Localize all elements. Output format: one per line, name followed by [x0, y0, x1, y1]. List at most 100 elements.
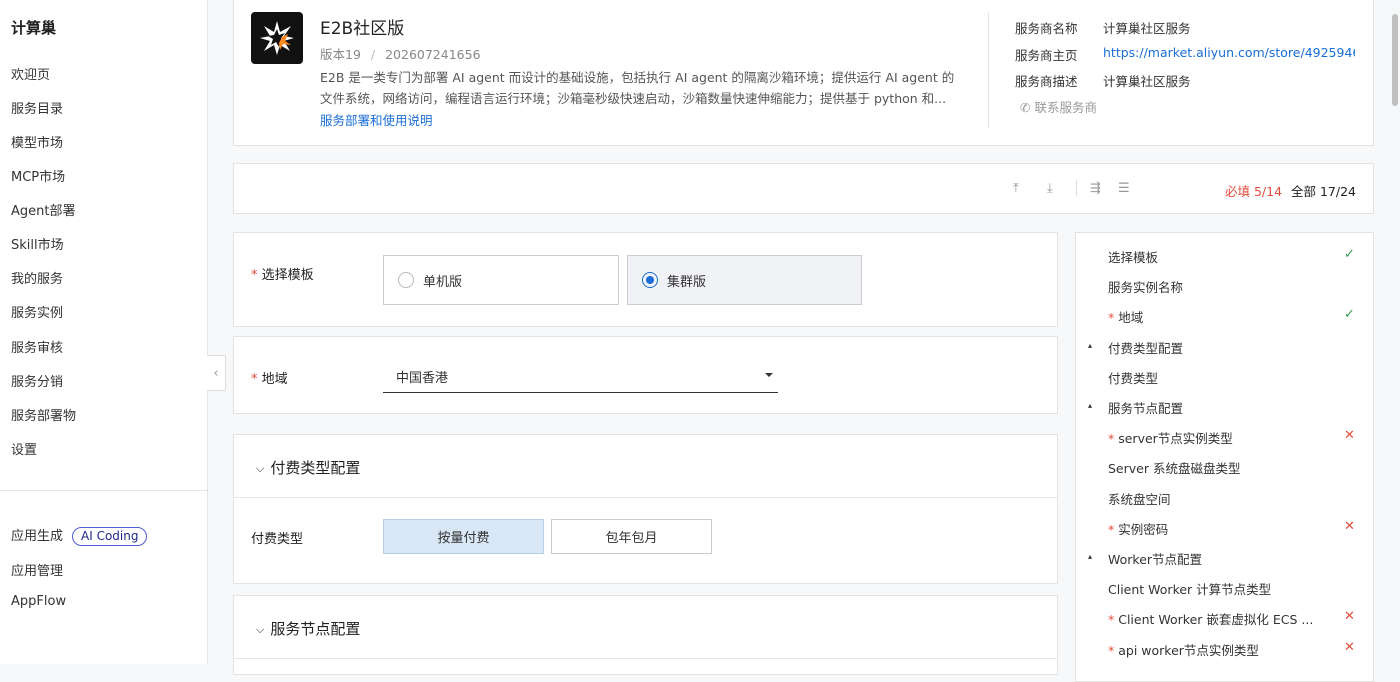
outline-item[interactable]: 付费类型 [1108, 368, 1158, 387]
e2b-logo-icon [260, 21, 294, 55]
billing-option-subscription[interactable]: 包年包月 [551, 519, 712, 554]
collapse-all-icon[interactable]: ⇶ [1090, 181, 1101, 196]
outline-item-label: Server 系统盘磁盘类型 [1108, 461, 1241, 477]
toolbar-divider [1076, 180, 1077, 196]
outline-item[interactable]: Client Worker 计算节点类型 [1108, 579, 1271, 598]
sidebar-item-service-review[interactable]: 服务审核 [11, 337, 63, 356]
outline-item[interactable]: * 地域 [1108, 307, 1143, 326]
required-mark: * [1108, 642, 1119, 658]
radio-unchecked-icon [398, 272, 414, 288]
template-label-text: 选择模板 [261, 268, 314, 283]
outline-item[interactable]: Server 系统盘磁盘类型 [1108, 458, 1240, 477]
billing-option-payg[interactable]: 按量付费 [383, 519, 544, 554]
required-progress: 必填 5/14 [1225, 184, 1283, 199]
provider-desc-value: 计算巢社区服务 [1103, 74, 1191, 89]
provider-name-value: 计算巢社区服务 [1103, 21, 1191, 36]
provider-home-label: 服务商主页 [1015, 48, 1078, 63]
outline-item-label: 选择模板 [1108, 250, 1159, 265]
version-separator: / [370, 47, 376, 62]
provider-home-link[interactable]: https://market.aliyun.com/store/4925946.… [1103, 45, 1355, 60]
build-number: 202607241656 [385, 47, 481, 62]
option-label: 集群版 [667, 274, 707, 290]
sidebar-item-agent-deploy[interactable]: Agent部署 [11, 200, 75, 219]
node-section-title: 服务节点配置 [270, 620, 361, 638]
sidebar-item-service-distribution[interactable]: 服务分销 [11, 371, 63, 390]
service-version: 版本19 / 202607241656 [320, 44, 481, 63]
check-icon: ✓ [1344, 307, 1355, 323]
sidebar-item-settings[interactable]: 设置 [11, 439, 37, 458]
sidebar-item-my-services[interactable]: 我的服务 [11, 268, 63, 287]
billing-section-header[interactable]: ⌵ 付费类型配置 [256, 457, 360, 478]
outline-item[interactable]: * Client Worker 嵌套虚拟化 ECS ... [1108, 609, 1313, 628]
provider-name-label: 服务商名称 [1015, 21, 1078, 36]
error-x-icon: ✕ [1344, 609, 1355, 625]
caret-down-icon [765, 373, 773, 377]
outline-item-label: api worker节点实例类型 [1118, 642, 1259, 658]
sidebar-item-appflow[interactable]: AppFlow [11, 594, 66, 609]
sidebar-item-welcome[interactable]: 欢迎页 [11, 64, 50, 83]
service-title: E2B社区版 [320, 19, 405, 39]
outline-item[interactable]: 服务实例名称 [1108, 277, 1183, 296]
vertical-divider [988, 12, 989, 128]
template-option-standalone[interactable]: 单机版 [383, 255, 619, 305]
collapse-caret-icon[interactable]: ▴ [1088, 552, 1092, 561]
outline-item-label: 实例密码 [1118, 521, 1169, 537]
outline-item[interactable]: 系统盘空间 [1108, 489, 1171, 508]
node-section-header[interactable]: ⌵ 服务节点配置 [256, 618, 360, 639]
collapse-sidebar-button[interactable]: ‹ [207, 355, 226, 391]
region-section: * 地域 中国香港 [233, 336, 1058, 414]
deploy-guide-link[interactable]: 服务部署和使用说明 [320, 110, 433, 129]
region-label: * 地域 [251, 368, 288, 387]
outline-item-label: server节点实例类型 [1118, 431, 1233, 447]
sidebar-item-mcp-market[interactable]: MCP市场 [11, 166, 65, 185]
form-toolbar: ⤒ ⤓ ⇶ ☰ 必填 5/14 全部 17/24 [233, 163, 1374, 214]
outline-item[interactable]: 服务节点配置 [1108, 398, 1183, 417]
outline-item-label: 服务实例名称 [1108, 280, 1184, 296]
outline-item-label: 服务节点配置 [1108, 401, 1184, 416]
outline-item[interactable]: Worker节点配置 [1108, 549, 1202, 568]
sidebar: 计算巢 欢迎页 服务目录 模型市场 MCP市场 Agent部署 Skill市场 … [0, 0, 208, 664]
required-mark: * [251, 268, 262, 283]
outline-item-label: 地域 [1118, 310, 1144, 326]
form-outline: 选择模板 ✓ 服务实例名称 * 地域 ✓ ▴ 付费类型配置 付费类型 ▴ 服务节点配置 * serv… [1075, 232, 1374, 682]
template-option-cluster[interactable]: 集群版 [627, 255, 862, 305]
outline-item-label: 付费类型配置 [1108, 340, 1184, 356]
template-section: * 选择模板 单机版 集群版 [233, 232, 1058, 327]
sidebar-item-service-instances[interactable]: 服务实例 [11, 302, 63, 321]
outline-item[interactable]: * api worker节点实例类型 [1108, 640, 1259, 659]
outline-item[interactable]: 选择模板 [1108, 247, 1158, 266]
scroll-top-icon[interactable]: ⤒ [1013, 181, 1019, 196]
sidebar-item-app-manage[interactable]: 应用管理 [11, 560, 63, 579]
sidebar-item-model-market[interactable]: 模型市场 [11, 132, 63, 151]
outline-item[interactable]: * 实例密码 [1108, 519, 1168, 538]
error-x-icon: ✕ [1344, 639, 1355, 655]
scrollbar-thumb[interactable] [1392, 14, 1398, 106]
contact-provider-button[interactable]: ✆ 联系服务商 [1020, 97, 1097, 116]
service-header-card: E2B社区版 版本19 / 202607241656 E2B 是一类专门为部署 … [233, 0, 1374, 146]
error-x-icon: ✕ [1344, 518, 1355, 534]
outline-item[interactable]: * server节点实例类型 [1108, 428, 1233, 447]
required-mark: * [1108, 612, 1119, 628]
sidebar-item-skill-market[interactable]: Skill市场 [11, 234, 64, 253]
page-scrollbar[interactable] [1390, 0, 1400, 664]
outline-item-label: 系统盘空间 [1108, 491, 1171, 507]
section-divider [234, 658, 1057, 659]
sidebar-item-service-catalog[interactable]: 服务目录 [11, 98, 63, 117]
region-select[interactable]: 中国香港 [383, 359, 778, 393]
outline-list-icon[interactable]: ☰ [1118, 181, 1130, 196]
service-logo [251, 12, 303, 64]
sidebar-item-app-generate[interactable]: 应用生成 AI Coding [11, 525, 148, 546]
option-label: 单机版 [423, 274, 463, 290]
sidebar-item-deploy-artifacts[interactable]: 服务部署物 [11, 405, 76, 424]
contact-label: 联系服务商 [1034, 100, 1097, 115]
outline-item-label: Client Worker 嵌套虚拟化 ECS ... [1118, 612, 1314, 628]
collapse-caret-icon[interactable]: ▴ [1088, 401, 1092, 410]
outline-item[interactable]: 付费类型配置 [1108, 338, 1183, 357]
billing-type-label: 付费类型 [251, 532, 304, 547]
version-label: 版本19 [320, 47, 361, 62]
collapse-caret-icon[interactable]: ▴ [1088, 341, 1092, 350]
ai-coding-badge: AI Coding [72, 527, 148, 546]
chevron-left-icon: ‹ [213, 365, 219, 381]
scroll-bottom-icon[interactable]: ⤓ [1047, 181, 1053, 196]
region-select-value: 中国香港 [396, 371, 449, 386]
